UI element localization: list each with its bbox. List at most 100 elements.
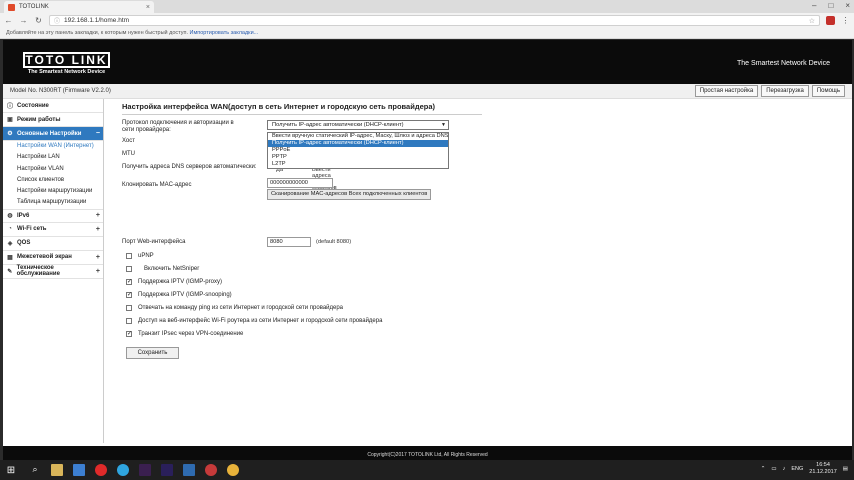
language-indicator[interactable]: ENG bbox=[791, 466, 803, 472]
sidebar-subitem-routing-settings[interactable]: Настройки маршрутизации bbox=[3, 186, 103, 197]
wifi-icon: ◔ bbox=[8, 226, 12, 233]
sidebar-item-label: Межсетевой экран bbox=[17, 254, 72, 261]
forward-arrow-icon[interactable]: → bbox=[19, 16, 28, 25]
protocol-option-l2tp[interactable]: L2TP bbox=[268, 161, 448, 168]
import-bookmarks-link[interactable]: Импортировать закладки... bbox=[190, 30, 259, 36]
remote-access-option[interactable]: Доступ на веб-интерфейс Wi-Fi роутера из… bbox=[126, 318, 382, 324]
logo-text: TOTO LINK bbox=[23, 52, 110, 68]
store-icon[interactable] bbox=[73, 464, 85, 476]
sidebar-subitem-vlan[interactable]: Настройки VLAN bbox=[3, 164, 103, 175]
page-header: TOTO LINK The Smartest Network Device Th… bbox=[3, 40, 852, 84]
minimize-icon[interactable]: – bbox=[812, 1, 816, 10]
ipsec-option[interactable]: ✓ Транзит IPsec через VPN-соединение bbox=[126, 331, 243, 337]
sidebar-subitem-clients[interactable]: Список клиентов bbox=[3, 175, 103, 186]
model-info: Model No. N300RT (Firmware V2.2.0) bbox=[10, 88, 111, 94]
sidebar-item-label: Wi-Fi сеть bbox=[17, 226, 47, 233]
ipsec-checkbox[interactable]: ✓ bbox=[126, 331, 132, 337]
browser-tab[interactable]: TOTOLINK × bbox=[4, 1, 154, 13]
opera-icon[interactable] bbox=[95, 464, 107, 476]
file-explorer-icon[interactable] bbox=[51, 464, 63, 476]
extension-shield-icon[interactable] bbox=[826, 16, 835, 25]
expand-icon[interactable]: + bbox=[96, 268, 100, 275]
ping-checkbox[interactable] bbox=[126, 305, 132, 311]
protocol-option-pptp[interactable]: PPTP bbox=[268, 154, 448, 161]
port-default-note: (default 8080) bbox=[316, 239, 352, 245]
chrome-icon[interactable] bbox=[227, 464, 239, 476]
photoshop-icon[interactable] bbox=[183, 464, 195, 476]
igmp-snooping-checkbox[interactable]: ✓ bbox=[126, 292, 132, 298]
clock[interactable]: 16:54 21.12.2017 bbox=[809, 462, 837, 476]
igmp-proxy-checkbox[interactable]: ✓ bbox=[126, 279, 132, 285]
port-input[interactable]: 8080 bbox=[267, 237, 311, 247]
save-button[interactable]: Сохранить bbox=[126, 347, 179, 359]
mac-scan-button[interactable]: Сканирование MAC-адресов Всех подключенн… bbox=[267, 189, 432, 200]
protocol-label: Протокол подключения и авторизации в сет… bbox=[122, 120, 234, 133]
upnp-checkbox[interactable] bbox=[126, 253, 132, 259]
browser-tab-bar: TOTOLINK × – □ × bbox=[0, 0, 854, 13]
search-icon[interactable]: ⌕ bbox=[29, 464, 41, 476]
premiere-icon[interactable] bbox=[139, 464, 151, 476]
expand-icon[interactable]: + bbox=[96, 226, 100, 233]
netsniper-checkbox[interactable] bbox=[126, 266, 132, 272]
sidebar-item-qos[interactable]: ◈ QOS bbox=[3, 237, 103, 251]
expand-icon[interactable]: + bbox=[96, 254, 100, 261]
notifications-icon[interactable]: ▤ bbox=[843, 466, 848, 472]
ping-option[interactable]: Отвечать на команду ping из сети Интерне… bbox=[126, 305, 343, 311]
info-page-icon[interactable]: ⓘ bbox=[54, 16, 60, 25]
tray-up-arrow-icon[interactable]: ⌃ bbox=[761, 466, 766, 472]
browser-menu-icon[interactable]: ⋮ bbox=[841, 16, 850, 25]
tab-title: TOTOLINK bbox=[19, 4, 49, 10]
expand-icon[interactable]: + bbox=[96, 212, 100, 219]
igmp-snooping-option[interactable]: ✓ Поддержка IPTV (IGMP-snooping) bbox=[126, 292, 232, 298]
telegram-icon[interactable] bbox=[117, 464, 129, 476]
protocol-dropdown-list: Ввести вручную статический IP-адрес, Мас… bbox=[267, 132, 449, 169]
protocol-option-dhcp[interactable]: Получить IP-адрес автоматически (DHCP-кл… bbox=[268, 140, 448, 147]
bookmark-star-icon[interactable]: ☆ bbox=[809, 17, 815, 25]
sidebar-item-ipv6[interactable]: ◍ IPv6 + bbox=[3, 208, 103, 223]
back-arrow-icon[interactable]: ← bbox=[4, 16, 13, 25]
protocol-option-pppoe[interactable]: PPPoE bbox=[268, 147, 448, 154]
protocol-option-static[interactable]: Ввести вручную статический IP-адрес, Мас… bbox=[268, 133, 448, 140]
sidebar-item-wifi[interactable]: ◔ Wi-Fi сеть + bbox=[3, 223, 103, 237]
maximize-icon[interactable]: □ bbox=[828, 1, 833, 10]
mac-address-input[interactable]: 000000000000 bbox=[267, 178, 333, 188]
url-text: 192.168.1.1/home.htm bbox=[64, 17, 130, 24]
sidebar-item-status[interactable]: ⓘ Состояние bbox=[3, 99, 103, 113]
protocol-selected-value: Получить IP-адрес автоматически (DHCP-кл… bbox=[272, 122, 404, 128]
sidebar-subitem-lan[interactable]: Настройки LAN bbox=[3, 152, 103, 163]
protocol-select[interactable]: Получить IP-адрес автоматически (DHCP-кл… bbox=[267, 120, 449, 130]
address-bar[interactable]: ⓘ 192.168.1.1/home.htm ☆ bbox=[49, 15, 820, 26]
network-icon[interactable]: ▭ bbox=[771, 466, 776, 472]
collapse-icon[interactable]: − bbox=[96, 130, 100, 137]
help-button[interactable]: Помощь bbox=[811, 85, 845, 97]
qos-icon: ◈ bbox=[7, 240, 13, 247]
windows-start-icon[interactable]: ⊞ bbox=[4, 465, 18, 476]
sidebar-item-basic-settings[interactable]: ⚙ Основные Настройки − bbox=[3, 127, 103, 141]
remote-access-checkbox[interactable] bbox=[126, 318, 132, 324]
media-player-icon[interactable] bbox=[205, 464, 217, 476]
sidebar-item-label: Режим работы bbox=[17, 116, 61, 123]
reload-icon[interactable]: ↻ bbox=[34, 16, 43, 25]
sidebar-item-firewall[interactable]: ▦ Межсетевой экран + bbox=[3, 251, 103, 265]
checkbox-label: Поддержка IPTV (IGMP-proxy) bbox=[138, 279, 222, 285]
port-label: Порт Web-интерфейса bbox=[122, 239, 186, 245]
window-close-icon[interactable]: × bbox=[845, 1, 850, 10]
clock-time: 16:54 bbox=[816, 462, 830, 468]
after-effects-icon[interactable] bbox=[161, 464, 173, 476]
reboot-button[interactable]: Перезагрузка bbox=[761, 85, 809, 97]
netsniper-option[interactable]: Включить NetSniper bbox=[126, 266, 199, 272]
volume-icon[interactable]: ♪ bbox=[783, 466, 786, 472]
upnp-option[interactable]: uPNP bbox=[126, 253, 154, 259]
sidebar-subitem-routing-table[interactable]: Таблица маршрутизации bbox=[3, 197, 103, 208]
sidebar-subitem-wan[interactable]: Настройки WAN (Интернет) bbox=[3, 141, 103, 152]
sidebar-item-label: Техническое обслуживание bbox=[16, 265, 60, 278]
tools-icon: ✎ bbox=[7, 268, 13, 275]
easy-setup-button[interactable]: Простая настройка bbox=[694, 85, 759, 97]
igmp-proxy-option[interactable]: ✓ Поддержка IPTV (IGMP-proxy) bbox=[126, 279, 222, 285]
dropdown-arrow-icon[interactable]: ▼ bbox=[441, 121, 446, 129]
tab-close-icon[interactable]: × bbox=[146, 4, 150, 11]
sidebar-item-maintenance[interactable]: ✎ Техническое обслуживание + bbox=[3, 265, 103, 279]
sidebar-item-mode[interactable]: ▣ Режим работы bbox=[3, 113, 103, 127]
dns-label: Получить адреса DNS серверов автоматичес… bbox=[122, 164, 257, 170]
window-controls: – □ × bbox=[812, 1, 850, 10]
